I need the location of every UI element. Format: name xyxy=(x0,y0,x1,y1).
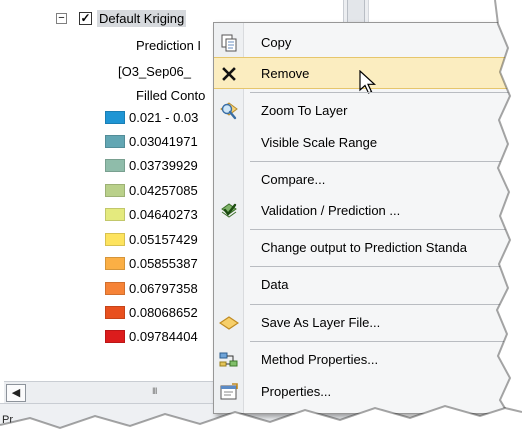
legend-swatch xyxy=(105,110,125,124)
legend-item[interactable]: 0.05157429 xyxy=(105,230,198,248)
legend-label: 0.03041971 xyxy=(129,133,198,149)
layer-row-default-kriging[interactable]: − ✓ Default Kriging xyxy=(56,8,187,28)
menu-item-label: Method Properties... xyxy=(261,352,379,367)
legend-label: 0.04257085 xyxy=(129,182,198,198)
legend-item[interactable]: 0.03739929 xyxy=(105,156,198,174)
menu-item-label: Save As Layer File... xyxy=(261,315,381,330)
collapse-toggle[interactable]: − xyxy=(56,12,67,24)
legend-swatch xyxy=(105,281,125,295)
legend-swatch xyxy=(105,207,125,221)
legend-label: 0.03739929 xyxy=(129,157,198,173)
copy-icon xyxy=(221,34,237,52)
legend-label: 0.05855387 xyxy=(129,255,198,271)
legend-label: 0.021 - 0.03 xyxy=(129,109,199,125)
legend-label: 0.08068652 xyxy=(129,304,198,320)
menu-item-label: Visible Scale Range xyxy=(261,135,378,150)
legend-label: 0.06797358 xyxy=(129,280,198,296)
menu-separator xyxy=(250,229,522,230)
legend-label: 0.09784404 xyxy=(129,328,198,344)
menu-item-method-properties[interactable]: Method Properties... xyxy=(214,344,522,376)
legend-item[interactable]: 0.021 - 0.03 xyxy=(105,108,198,126)
menu-item-save-as-layer-file[interactable]: Save As Layer File... xyxy=(214,307,522,339)
legend-label: 0.05157429 xyxy=(129,231,198,247)
menu-item-label: Change output to Prediction Standa xyxy=(261,240,467,255)
legend-swatch xyxy=(105,134,125,148)
menu-separator xyxy=(250,161,522,162)
menu-item-copy[interactable]: Copy xyxy=(214,27,522,59)
menu-separator xyxy=(250,92,522,93)
menu-item-visible-scale-range[interactable]: Visible Scale Range xyxy=(214,127,522,159)
method-properties-icon xyxy=(219,352,238,367)
legend-label: 0.04640273 xyxy=(129,206,198,222)
properties-icon xyxy=(220,383,238,400)
legend-swatch xyxy=(105,183,125,197)
menu-item-change-output[interactable]: Change output to Prediction Standa xyxy=(214,232,522,264)
context-menu: Copy Remove Zoom To Layer Visible Scale … xyxy=(213,22,522,414)
layer-visibility-checkbox[interactable]: ✓ xyxy=(79,11,92,25)
legend-item[interactable]: 0.09784404 xyxy=(105,327,198,345)
menu-separator xyxy=(250,304,522,305)
menu-item-label: Data xyxy=(261,277,289,292)
legend-item[interactable]: 0.04257085 xyxy=(105,181,198,199)
menu-item-zoom-to-layer[interactable]: Zoom To Layer xyxy=(214,95,522,127)
layer-name[interactable]: Default Kriging xyxy=(97,9,187,27)
menu-item-properties[interactable]: Properties... xyxy=(214,376,522,408)
menu-item-label: Validation / Prediction ... xyxy=(261,203,401,218)
legend-item[interactable]: 0.05855387 xyxy=(105,254,198,272)
layer-file-icon xyxy=(219,316,239,330)
sublayer-filled-contours: Filled Conto xyxy=(136,88,206,103)
legend-item[interactable]: 0.04640273 xyxy=(105,205,198,223)
legend-item[interactable]: 0.08068652 xyxy=(105,303,198,321)
remove-x-icon xyxy=(222,67,236,81)
legend-item[interactable]: 0.06797358 xyxy=(105,279,198,297)
menu-item-label: Zoom To Layer xyxy=(261,103,348,118)
menu-separator xyxy=(250,341,522,342)
validation-check-icon xyxy=(221,203,237,218)
sublayer-prediction[interactable]: Prediction I xyxy=(136,38,201,53)
scroll-left-arrow-icon[interactable]: ◀ xyxy=(6,384,26,402)
menu-item-validation-prediction[interactable]: Validation / Prediction ... xyxy=(214,195,522,227)
legend-swatch xyxy=(105,256,125,270)
menu-item-label: Compare... xyxy=(261,172,326,187)
legend-swatch xyxy=(105,158,125,172)
sublayer-source: [O3_Sep06_ xyxy=(118,64,192,79)
menu-item-label: Remove xyxy=(261,66,310,81)
menu-separator xyxy=(250,266,522,267)
menu-item-data[interactable]: Data xyxy=(214,269,522,301)
menu-item-label: Copy xyxy=(261,35,292,50)
menu-item-compare[interactable]: Compare... xyxy=(214,164,522,196)
status-text: Pr xyxy=(2,414,13,426)
menu-item-label: Properties... xyxy=(261,384,332,399)
legend-swatch xyxy=(105,232,125,246)
legend-swatch xyxy=(105,329,125,343)
legend-item[interactable]: 0.03041971 xyxy=(105,132,198,150)
zoom-to-layer-icon xyxy=(220,102,238,120)
scroll-grip[interactable]: III xyxy=(152,386,157,396)
legend-swatch xyxy=(105,305,125,319)
